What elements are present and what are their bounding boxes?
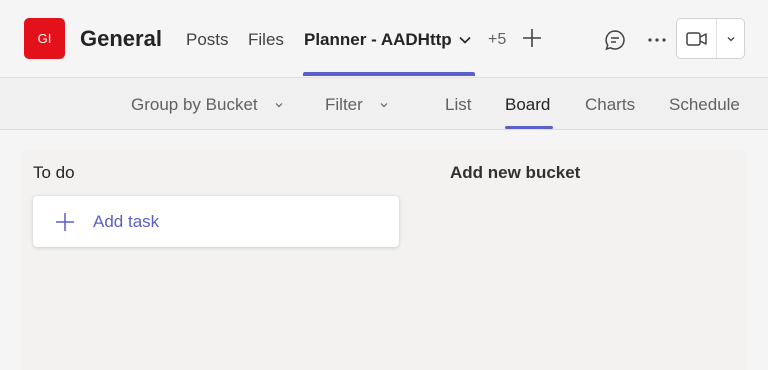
- group-by-label: Group by Bucket: [131, 95, 258, 114]
- meet-options-chevron-icon[interactable]: [717, 19, 744, 58]
- group-by-dropdown[interactable]: Group by Bucket: [131, 95, 284, 115]
- chevron-down-icon: [275, 103, 283, 108]
- active-tab-indicator: [303, 72, 475, 76]
- bucket-title[interactable]: To do: [33, 163, 75, 183]
- board-area: To do Add task Add new bucket: [22, 150, 746, 370]
- channel-header: GI General Posts Files Planner - AADHttp…: [0, 0, 768, 78]
- more-tabs-button[interactable]: +5: [488, 31, 506, 49]
- view-charts[interactable]: Charts: [585, 95, 635, 115]
- add-new-bucket-button[interactable]: Add new bucket: [450, 163, 580, 183]
- meet-button-group: [676, 18, 745, 59]
- channel-title: General: [80, 26, 162, 51]
- tab-planner-label: Planner - AADHttp: [304, 30, 452, 49]
- chevron-down-icon[interactable]: [458, 33, 472, 47]
- team-avatar[interactable]: GI: [24, 18, 65, 59]
- view-schedule[interactable]: Schedule: [669, 95, 740, 115]
- view-board[interactable]: Board: [505, 95, 550, 115]
- chevron-down-icon: [380, 103, 388, 108]
- add-task-label: Add task: [93, 211, 160, 231]
- more-icon[interactable]: [643, 26, 671, 54]
- add-task-button[interactable]: Add task: [33, 196, 399, 247]
- tab-posts[interactable]: Posts: [186, 30, 229, 50]
- chat-icon[interactable]: [601, 26, 629, 54]
- active-view-indicator: [505, 126, 553, 129]
- plus-icon[interactable]: [521, 27, 543, 49]
- planner-toolbar: Group by Bucket Filter List Board Charts…: [0, 78, 768, 130]
- tab-files[interactable]: Files: [248, 30, 284, 50]
- video-camera-icon[interactable]: [677, 19, 717, 58]
- plus-icon: [56, 212, 74, 231]
- filter-dropdown[interactable]: Filter: [325, 95, 389, 115]
- view-list[interactable]: List: [445, 95, 471, 115]
- filter-label: Filter: [325, 95, 363, 114]
- tab-planner[interactable]: Planner - AADHttp: [304, 30, 472, 50]
